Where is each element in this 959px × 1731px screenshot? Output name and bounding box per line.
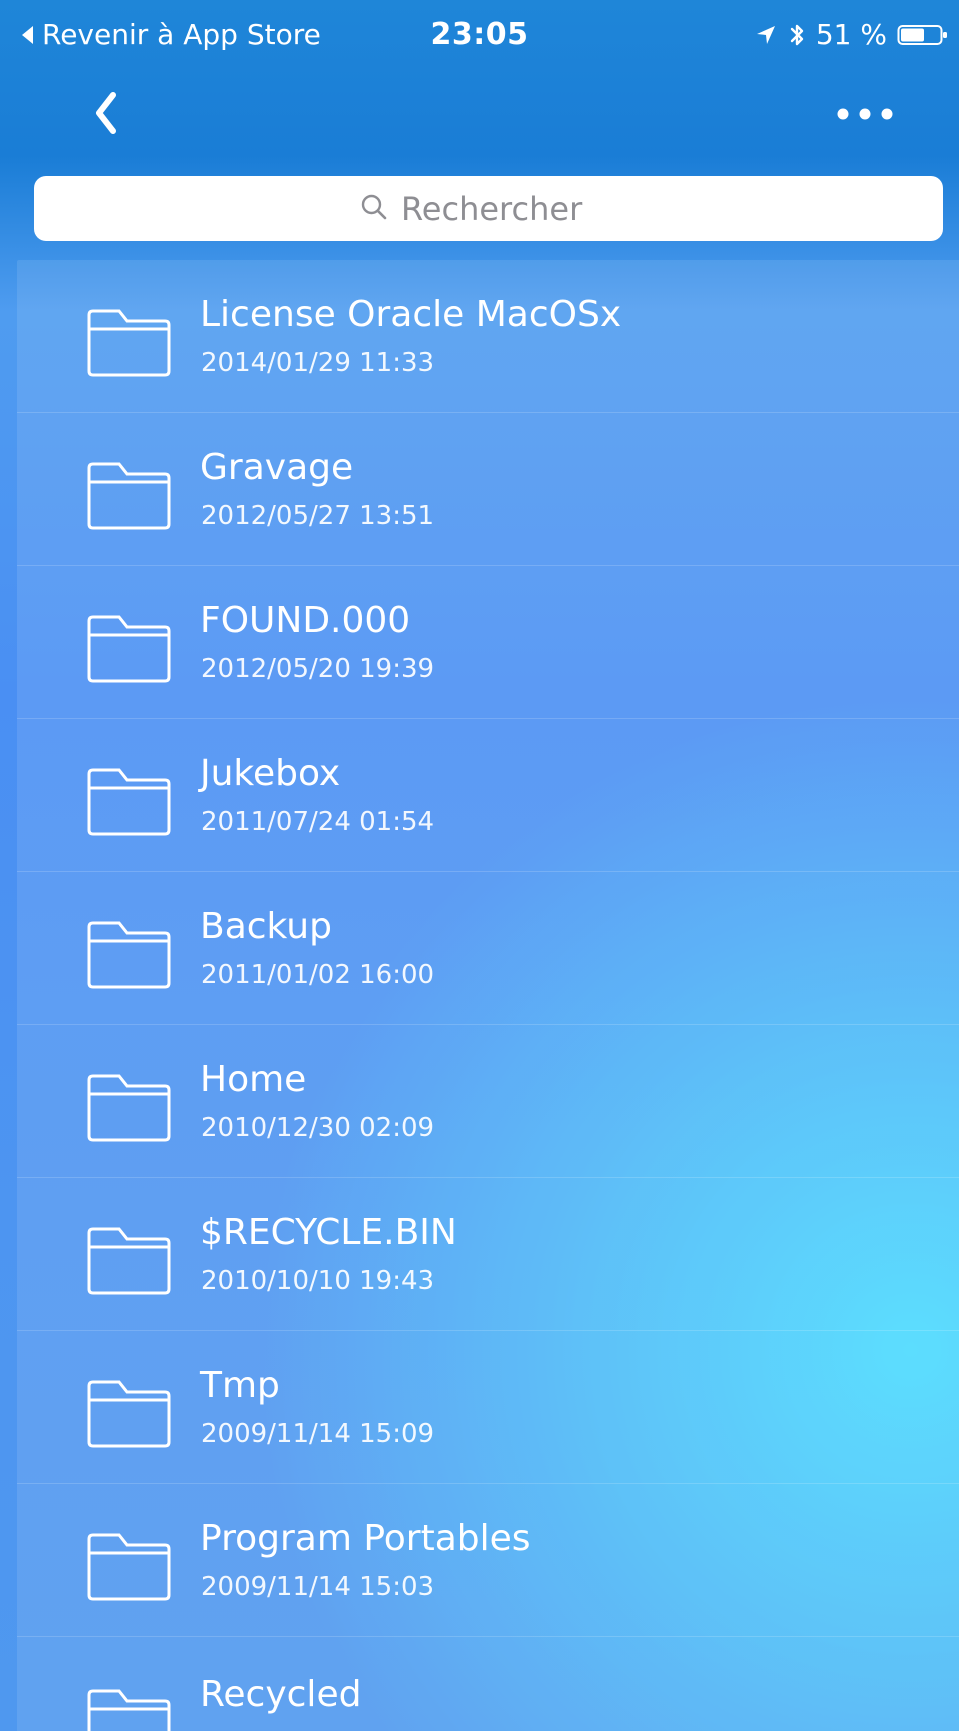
search-icon: [361, 194, 387, 224]
folder-icon: [85, 1376, 173, 1448]
folder-name: Backup: [200, 906, 332, 947]
search-input[interactable]: [401, 189, 616, 228]
folder-name: Home: [200, 1059, 307, 1100]
list-item[interactable]: Tmp 2009/11/14 15:09: [17, 1331, 959, 1484]
folder-date: 2014/01/29 11:33: [201, 348, 435, 378]
folder-name: Jukebox: [200, 753, 341, 794]
folder-date: 2012/05/27 13:51: [201, 501, 435, 531]
more-options-button[interactable]: [827, 80, 903, 150]
folder-icon: [85, 611, 173, 683]
folder-icon: [85, 917, 173, 989]
bluetooth-icon: [788, 21, 806, 49]
folder-icon: [85, 458, 173, 530]
list-item[interactable]: Backup 2011/01/02 16:00: [17, 872, 959, 1025]
folder-name: Tmp: [200, 1365, 280, 1406]
folder-icon: [85, 764, 173, 836]
file-list: License Oracle MacOSx 2014/01/29 11:33 G…: [17, 260, 959, 1731]
list-item[interactable]: $RECYCLE.BIN 2010/10/10 19:43: [17, 1178, 959, 1331]
navigation-bar: [0, 70, 959, 180]
list-item[interactable]: License Oracle MacOSx 2014/01/29 11:33: [17, 260, 959, 413]
folder-icon: [85, 1070, 173, 1142]
search-inner: [361, 189, 616, 228]
status-indicators: 51 %: [754, 18, 949, 51]
battery-percent: 51 %: [815, 18, 887, 51]
more-horizontal-icon: [835, 106, 895, 125]
folder-name: Program Portables: [200, 1518, 531, 1559]
list-item[interactable]: Program Portables 2009/11/14 15:03: [17, 1484, 959, 1637]
folder-date: 2009/11/14 15:03: [201, 1572, 435, 1602]
folder-icon: [85, 305, 173, 377]
list-item[interactable]: FOUND.000 2012/05/20 19:39: [17, 566, 959, 719]
battery-icon: [897, 23, 949, 47]
folder-date: 2010/10/10 19:43: [201, 1266, 435, 1296]
folder-name: Gravage: [200, 447, 354, 488]
folder-date: 2012/05/20 19:39: [201, 654, 435, 684]
list-item[interactable]: Home 2010/12/30 02:09: [17, 1025, 959, 1178]
folder-name: $RECYCLE.BIN: [200, 1212, 457, 1253]
list-item[interactable]: Jukebox 2011/07/24 01:54: [17, 719, 959, 872]
folder-name: FOUND.000: [200, 600, 411, 641]
folder-date: 2011/01/02 16:00: [201, 960, 435, 990]
folder-icon: [85, 1223, 173, 1295]
search-bar[interactable]: [34, 176, 943, 241]
folder-date: 2011/07/24 01:54: [201, 807, 435, 837]
app-window: Revenir à App Store 23:05 51 % Recherche…: [0, 0, 959, 1731]
folder-date: 2010/12/30 02:09: [201, 1113, 435, 1143]
list-item[interactable]: Gravage 2012/05/27 13:51: [17, 413, 959, 566]
chevron-left-icon: [91, 89, 121, 141]
folder-name: License Oracle MacOSx: [200, 294, 622, 335]
folder-icon: [85, 1529, 173, 1601]
status-bar: Revenir à App Store 23:05 51 %: [0, 0, 959, 70]
back-button[interactable]: [84, 80, 128, 150]
location-arrow-icon: [754, 23, 778, 47]
folder-date: 2009/11/14 15:09: [201, 1419, 435, 1449]
